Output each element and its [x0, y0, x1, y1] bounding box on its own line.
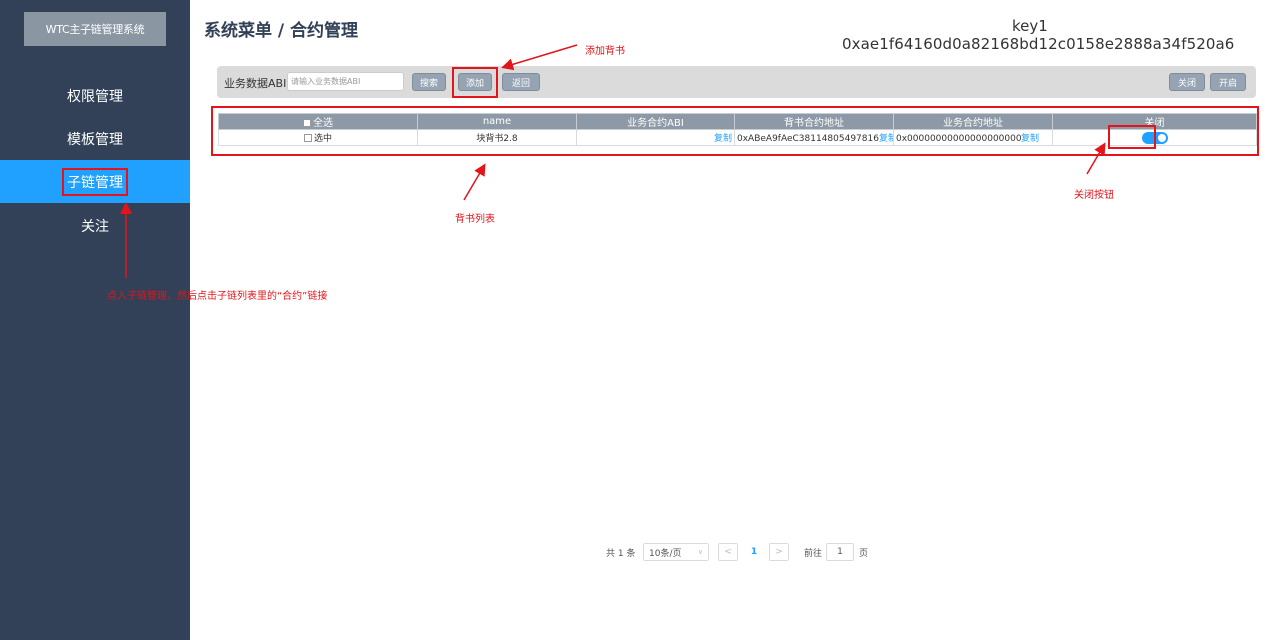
- search-label: 业务数据ABI:: [224, 77, 291, 90]
- checkbox-icon[interactable]: [303, 119, 311, 127]
- toggle-highlight: [1108, 125, 1156, 149]
- next-page-button[interactable]: >: [769, 543, 789, 561]
- key-name: key1: [1012, 17, 1048, 35]
- back-button[interactable]: 返回: [502, 73, 540, 91]
- goto-page-input[interactable]: 1: [826, 543, 854, 561]
- pagination-total: 共 1 条: [606, 548, 636, 559]
- close-all-button[interactable]: 关闭: [1169, 73, 1205, 91]
- annotation-add-endorse: 添加背书: [585, 46, 625, 57]
- arrow-endorse-list: [463, 163, 486, 201]
- row-select-cell[interactable]: 选中: [218, 129, 418, 146]
- copy-abi-link[interactable]: 复制: [714, 134, 732, 144]
- column-header: 背书合约地址: [734, 113, 894, 130]
- select-all-header[interactable]: 全选: [218, 113, 418, 130]
- sidebar-item-permission[interactable]: 权限管理: [0, 74, 190, 117]
- sidebar: WTC主子链管理系统 权限管理 模板管理 子链管理 关注: [0, 0, 190, 640]
- copy-biz-link[interactable]: 复制: [1021, 134, 1039, 144]
- add-button[interactable]: 添加: [458, 73, 492, 91]
- page-size-select[interactable]: 10条/页 ∨: [643, 543, 709, 561]
- table-header-row: 全选 name 业务合约ABI 背书合约地址 业务合约地址 关闭: [218, 113, 1257, 130]
- biz-address: 0x0000000000000000000000000: [896, 134, 1021, 144]
- sidebar-item-label: 模板管理: [67, 131, 123, 148]
- search-input[interactable]: [287, 72, 404, 91]
- sidebar-item-label: 权限管理: [67, 88, 123, 105]
- column-header: name: [417, 113, 577, 130]
- page-suffix-label: 页: [859, 548, 869, 559]
- abi-cell: 复制: [576, 129, 735, 146]
- copy-endorse-link[interactable]: 复制: [879, 134, 893, 144]
- annotation-sidebar-hint: 点入子链管理，然后点击子链列表里的“合约”链接: [107, 291, 328, 302]
- column-header: 业务合约地址: [893, 113, 1053, 130]
- table-row: 选中 块背书2.8 复制 0xABeA9fAeC38114805497816复制…: [218, 129, 1257, 146]
- search-button[interactable]: 搜索: [412, 73, 446, 91]
- name-cell: 块背书2.8: [417, 129, 577, 146]
- toolbar: 业务数据ABI: 搜索 添加 返回 关闭 开启: [217, 66, 1256, 98]
- goto-label: 前往: [804, 548, 823, 559]
- annotation-endorse-list: 背书列表: [455, 214, 495, 225]
- sidebar-item-template[interactable]: 模板管理: [0, 117, 190, 160]
- endorse-table: 全选 name 业务合约ABI 背书合约地址 业务合约地址 关闭 选中 块背书2…: [218, 113, 1257, 146]
- prev-page-button[interactable]: <: [718, 543, 738, 561]
- biz-address-cell: 0x0000000000000000000000000复制: [893, 129, 1053, 146]
- arrow-add-endorse: [501, 44, 578, 71]
- sidebar-item-subchain[interactable]: 子链管理: [0, 160, 190, 203]
- page-title: 系统菜单 / 合约管理: [204, 21, 359, 41]
- key-address: 0xae1f64160d0a82168bd12c0158e2888a34f520…: [842, 35, 1235, 53]
- page-number-current[interactable]: 1: [743, 543, 765, 561]
- sidebar-item-label: 子链管理: [62, 167, 128, 196]
- chevron-down-icon: ∨: [697, 548, 703, 556]
- annotation-close-button: 关闭按钮: [1074, 190, 1114, 201]
- page: WTC主子链管理系统 权限管理 模板管理 子链管理 关注 系统菜单 / 合约管理…: [0, 0, 1269, 640]
- app-logo: WTC主子链管理系统: [24, 12, 166, 46]
- open-all-button[interactable]: 开启: [1210, 73, 1246, 91]
- sidebar-item-follow[interactable]: 关注: [0, 204, 190, 247]
- endorse-address: 0xABeA9fAeC38114805497816: [737, 134, 879, 144]
- sidebar-item-label: 关注: [81, 218, 109, 235]
- checkbox-icon[interactable]: [303, 134, 312, 142]
- endorse-address-cell: 0xABeA9fAeC38114805497816复制: [734, 129, 894, 146]
- column-header: 业务合约ABI: [576, 113, 735, 130]
